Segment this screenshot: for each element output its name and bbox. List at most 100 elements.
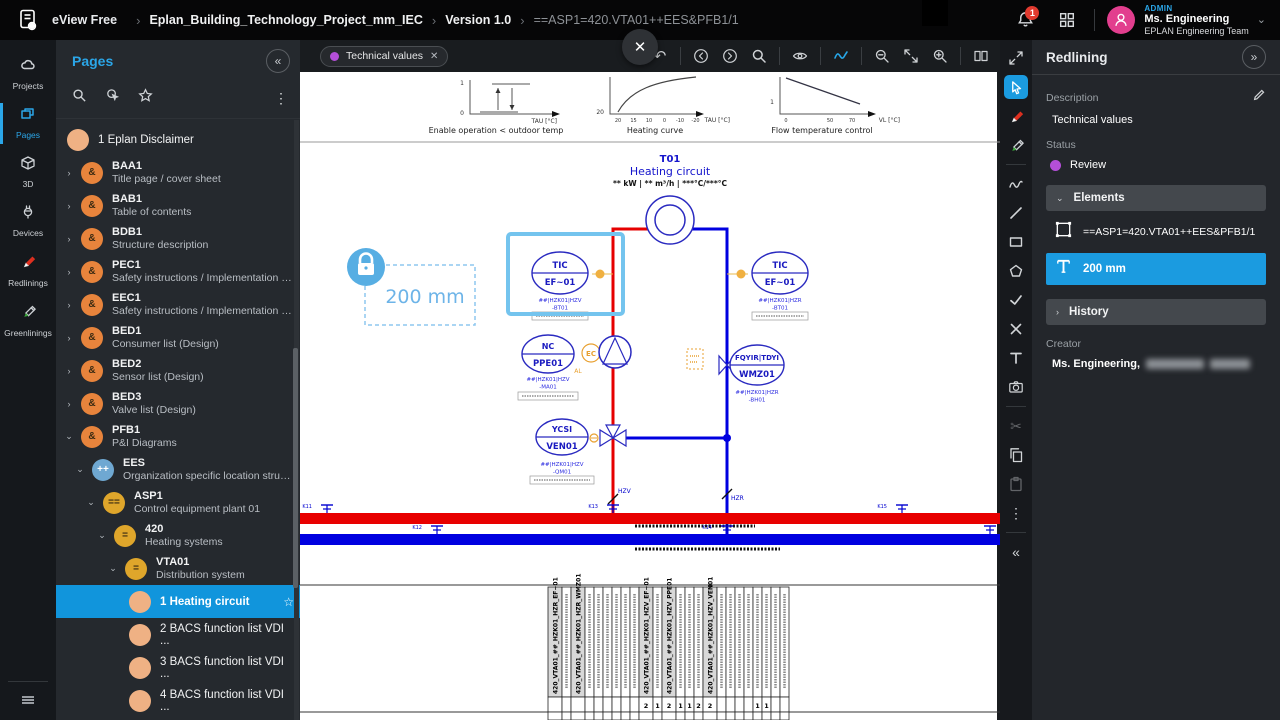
page-item[interactable]: 2 BACS function list VDI ... <box>56 618 300 651</box>
edit-description-icon[interactable] <box>1252 88 1266 107</box>
tree-chevron-icon[interactable]: › <box>64 300 74 310</box>
squiggle-tool-button[interactable] <box>1004 172 1028 196</box>
favorite-star-icon[interactable]: ☆ <box>283 595 294 609</box>
page-item[interactable]: 4 BACS function list VDI ... <box>56 684 300 717</box>
node-type-icon: & <box>81 294 103 316</box>
fit-button[interactable] <box>902 47 920 65</box>
toolstrip-divider <box>1006 532 1026 533</box>
zoomin-button[interactable] <box>931 47 949 65</box>
prev-button[interactable] <box>692 47 710 65</box>
sidebar-item-devices[interactable]: Devices <box>0 197 56 246</box>
sidebar-item-pages[interactable]: Pages <box>0 99 56 148</box>
pages-more-menu[interactable]: ⋮ <box>274 90 288 107</box>
structure-node[interactable]: ⌄&PFB1P&I Diagrams <box>56 420 300 453</box>
page-icon <box>129 624 151 646</box>
line-tool-button[interactable] <box>1004 201 1028 225</box>
favorites-icon[interactable] <box>138 88 153 108</box>
split-button[interactable] <box>972 47 990 65</box>
structure-node[interactable]: ›&BAA1Title page / cover sheet <box>56 156 300 189</box>
marker-red-tool-button[interactable] <box>1004 104 1028 128</box>
history-section-header[interactable]: › History <box>1046 299 1266 325</box>
user-menu-chevron-icon[interactable]: ⌄ <box>1257 13 1266 26</box>
svg-text:-QM01: -QM01 <box>553 470 571 476</box>
structure-node[interactable]: ⌄++EESOrganization specific location str… <box>56 453 300 486</box>
sidebar-item-redlinings[interactable]: Redlinings <box>0 246 56 296</box>
text-tool-button[interactable] <box>1004 346 1028 370</box>
eview-logo-icon[interactable] <box>16 8 40 32</box>
pointer-tool-button[interactable] <box>1004 75 1028 99</box>
select-page-icon[interactable] <box>105 88 120 108</box>
zoomout-button[interactable] <box>873 47 891 65</box>
cross-tool-button[interactable] <box>1004 317 1028 341</box>
sidebar-item-3d[interactable]: 3D <box>0 148 56 197</box>
creator-date-redacted <box>1146 359 1204 369</box>
page-item[interactable]: 1 Heating circuit☆ <box>56 585 300 618</box>
scissors-tool-button[interactable]: ✂ <box>1004 414 1028 438</box>
apps-grid-button[interactable] <box>1052 5 1082 35</box>
tree-chevron-icon[interactable]: › <box>64 234 74 244</box>
structure-node[interactable]: ⌄=420Heating systems <box>56 519 300 552</box>
kebab-tool-button[interactable]: ⋮ <box>1004 501 1028 525</box>
close-overlay-button[interactable]: ✕ <box>622 29 658 65</box>
tree-chevron-icon[interactable]: ⌄ <box>86 497 96 508</box>
redline-element-text[interactable]: 200 mm <box>1046 253 1266 285</box>
pages-tree: 1 Eplan Disclaimer›&BAA1Title page / cov… <box>56 119 300 720</box>
tree-chevron-icon[interactable]: › <box>64 333 74 343</box>
copy-tool-button[interactable] <box>1004 443 1028 467</box>
wave-button[interactable] <box>832 47 850 65</box>
tree-chevron-icon[interactable]: ⌄ <box>75 464 85 475</box>
rail-menu-button[interactable] <box>8 681 48 720</box>
tree-chevron-icon[interactable]: › <box>64 201 74 211</box>
tree-chevron-icon[interactable]: ⌄ <box>97 530 107 541</box>
structure-node[interactable]: ›&BAB1Table of contents <box>56 189 300 222</box>
structure-node[interactable]: ›&BED2Sensor list (Design) <box>56 354 300 387</box>
tree-chevron-icon[interactable]: › <box>64 366 74 376</box>
clipboard-tool-button[interactable] <box>1004 472 1028 496</box>
structure-node[interactable]: ›&PEC1Safety instructions / Implementati… <box>56 255 300 288</box>
collapse-tool-button[interactable]: « <box>1004 540 1028 564</box>
redline-filter-chip[interactable]: Technical values ✕ <box>320 46 448 67</box>
tree-chevron-icon[interactable]: ⌄ <box>64 431 74 442</box>
svg-text:EF~01: EF~01 <box>765 278 796 288</box>
pages-scrollbar[interactable] <box>294 120 299 720</box>
svg-text:-20: -20 <box>691 118 699 124</box>
node-code: PEC1 <box>112 259 294 272</box>
structure-node[interactable]: ›&BED3Valve list (Design) <box>56 387 300 420</box>
structure-node[interactable]: ›&EEC1Safety instructions / Implementati… <box>56 288 300 321</box>
pentagon-tool-button[interactable] <box>1004 259 1028 283</box>
tree-chevron-icon[interactable]: ⌄ <box>108 563 118 574</box>
node-code: BDB1 <box>112 226 208 239</box>
app-name[interactable]: eView Free <box>52 13 117 27</box>
chip-close-icon[interactable]: ✕ <box>430 51 438 62</box>
eye-button[interactable] <box>791 47 809 65</box>
user-info[interactable]: ADMIN Ms. Engineering EPLAN Engineering … <box>1144 4 1248 36</box>
structure-node[interactable]: ›&BDB1Structure description <box>56 222 300 255</box>
sidebar-item-projects[interactable]: Projects <box>0 50 56 99</box>
page-item[interactable]: 1 Eplan Disclaimer <box>56 123 300 156</box>
breadcrumb-version[interactable]: Version 1.0 <box>445 13 511 27</box>
page-item[interactable]: 3 BACS function list VDI ... <box>56 651 300 684</box>
notifications-button[interactable]: 1 <box>1010 5 1040 35</box>
tree-chevron-icon[interactable]: › <box>64 399 74 409</box>
sidebar-item-greenlinings[interactable]: Greenlinings <box>0 296 56 346</box>
tree-chevron-icon[interactable]: › <box>64 168 74 178</box>
structure-node[interactable]: ⌄=VTA01Distribution system <box>56 552 300 585</box>
drawing-sheet[interactable]: 10TAU [°C]Enable operation < outdoor tem… <box>300 72 1000 720</box>
tree-chevron-icon[interactable]: › <box>64 267 74 277</box>
search-pages-icon[interactable] <box>72 88 87 108</box>
elements-section-header[interactable]: ⌄ Elements <box>1046 185 1266 211</box>
breadcrumb-project[interactable]: Eplan_Building_Technology_Project_mm_IEC <box>149 13 422 27</box>
camera-tool-button[interactable] <box>1004 375 1028 399</box>
search-button[interactable] <box>750 47 768 65</box>
structure-node[interactable]: ›&BED1Consumer list (Design) <box>56 321 300 354</box>
next-button[interactable] <box>721 47 739 65</box>
collapse-pages-panel-button[interactable]: « <box>266 49 290 73</box>
marker-green-tool-button[interactable] <box>1004 133 1028 157</box>
collapse-redlining-panel-button[interactable]: » <box>1242 45 1266 69</box>
rect-tool-button[interactable] <box>1004 230 1028 254</box>
structure-node[interactable]: ⌄==ASP1Control equipment plant 01 <box>56 486 300 519</box>
redline-element-rect[interactable]: ==ASP1=420.VTA01++EES&PFB1/1 <box>1046 217 1266 247</box>
expand-tool-button[interactable] <box>1004 46 1028 70</box>
user-avatar[interactable] <box>1107 6 1135 34</box>
check-tool-button[interactable] <box>1004 288 1028 312</box>
